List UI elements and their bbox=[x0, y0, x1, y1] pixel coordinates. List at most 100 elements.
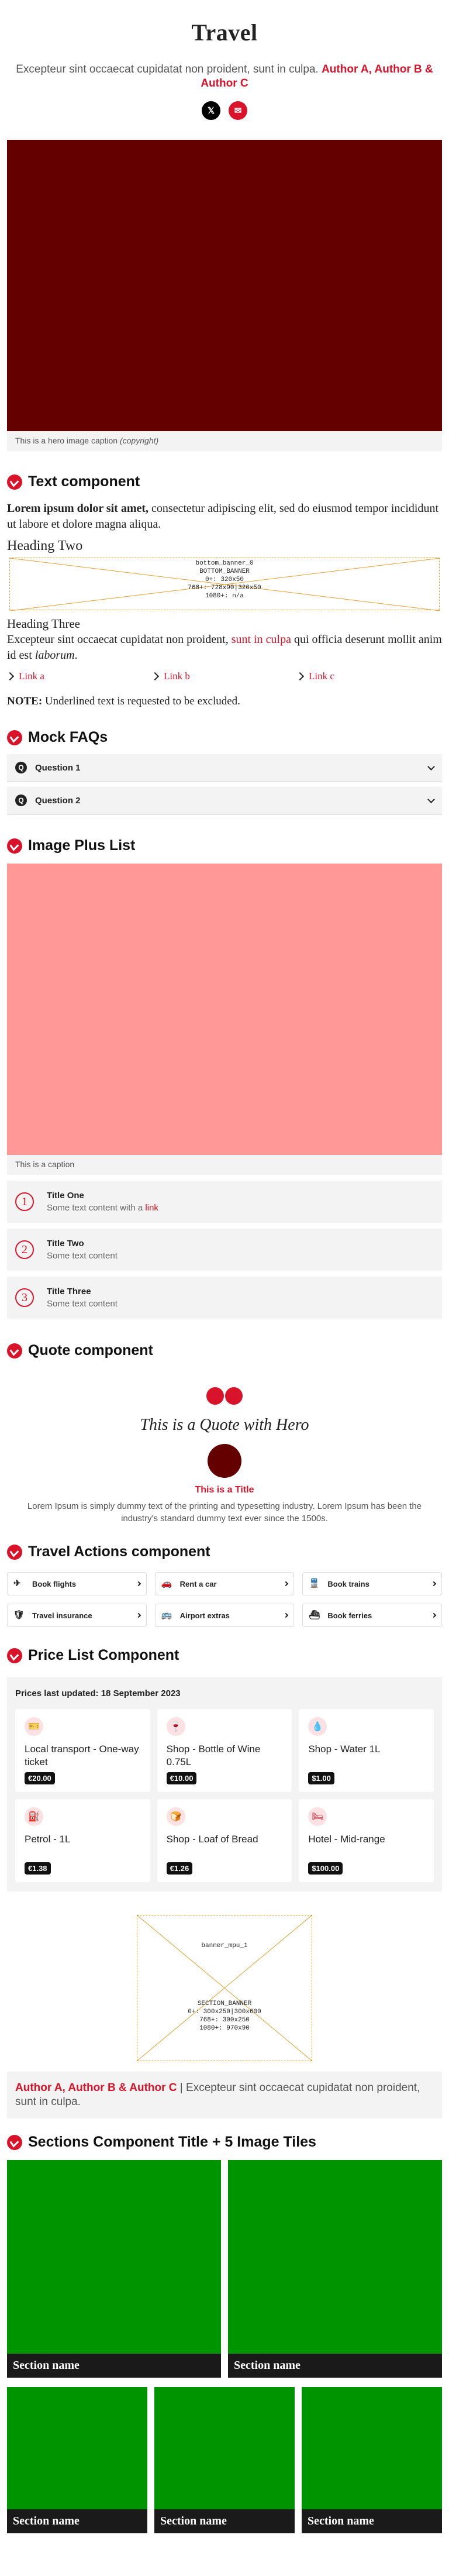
section-heading-faqs: Mock FAQs bbox=[7, 729, 442, 746]
quote-text: This is a Quote with Hero bbox=[140, 1416, 309, 1434]
mpu-label: SECTION_BANNER bbox=[197, 2000, 252, 2007]
page: Travel Excepteur sint occaecat cupidatat… bbox=[0, 0, 449, 2533]
action-book-flights[interactable]: ✈ Book flights bbox=[7, 1572, 147, 1595]
chevron-right-icon bbox=[136, 1612, 141, 1618]
price-card: 🎫 Local transport - One-way ticket €20.00 bbox=[15, 1709, 150, 1792]
share-bar: 𝕏 ✉ bbox=[7, 101, 442, 120]
heading-two: Heading Two bbox=[7, 538, 83, 553]
car-icon: 🚗 bbox=[161, 1578, 172, 1588]
mpu-banner-ad: banner_mpu_1 SECTION_BANNER 0+: 300x250|… bbox=[137, 1915, 312, 2061]
chevron-right-icon bbox=[431, 1612, 437, 1618]
section-tile[interactable]: Section name bbox=[228, 2160, 442, 2378]
question-icon: Q bbox=[15, 795, 27, 806]
x-icon[interactable]: 𝕏 bbox=[202, 101, 220, 120]
lead-paragraph: Lorem ipsum dolor sit amet, consectetur … bbox=[7, 502, 439, 531]
check-badge-icon bbox=[7, 838, 22, 854]
section-heading-prices: Price List Component bbox=[7, 1647, 442, 1664]
inline-link[interactable]: sunt in culpa bbox=[232, 633, 291, 646]
number-badge: 1 bbox=[15, 1192, 34, 1211]
heading-three: Heading Three bbox=[7, 617, 80, 631]
chevron-right-icon bbox=[284, 1581, 289, 1587]
tile-row-2: Section name Section name Section name bbox=[7, 2387, 442, 2533]
mpu-name: banner_mpu_1 bbox=[201, 1942, 248, 1949]
price-value: €10.00 bbox=[166, 1772, 197, 1784]
faq-item[interactable]: Q Question 2 bbox=[7, 787, 442, 815]
mpu-size-3: 1080+: 970x90 bbox=[199, 2025, 250, 2032]
chevron-right-icon bbox=[136, 1581, 141, 1587]
quote-block: This is a Quote with Hero This is a Titl… bbox=[7, 1387, 442, 1525]
section-tile[interactable]: Section name bbox=[7, 2160, 221, 2378]
bed-icon: 🛏 bbox=[308, 1807, 327, 1826]
price-card: 🍷 Shop - Bottle of Wine 0.75L €10.00 bbox=[157, 1709, 292, 1792]
faq-item[interactable]: Q Question 1 bbox=[7, 754, 442, 782]
action-airport-extras[interactable]: 🚌 Airport extras bbox=[154, 1604, 295, 1627]
chevron-right-icon bbox=[284, 1612, 289, 1618]
check-badge-icon bbox=[7, 1544, 22, 1560]
price-card: 🛏 Hotel - Mid-range $100.00 bbox=[299, 1799, 434, 1882]
action-grid: ✈ Book flights 🚗 Rent a car 🚆 Book trains 🛡… bbox=[7, 1572, 442, 1627]
fuel-icon: ⛽ bbox=[25, 1807, 43, 1826]
list-item: 1 Title One Some text content with a link bbox=[7, 1181, 442, 1223]
standfirst: Excepteur sint occaecat cupidatat non pr… bbox=[16, 63, 433, 90]
chevron-down-icon bbox=[427, 762, 435, 771]
action-rent-car[interactable]: 🚗 Rent a car bbox=[154, 1572, 295, 1595]
quote-title: This is a Title bbox=[195, 1485, 254, 1495]
ferry-icon: ⛴ bbox=[309, 1610, 320, 1620]
bread-icon: 🍞 bbox=[166, 1807, 185, 1826]
section-tile[interactable]: Section name bbox=[7, 2387, 147, 2533]
mpu-size-1: 0+: 300x250|300x600 bbox=[188, 2008, 261, 2016]
ticket-icon: 🎫 bbox=[25, 1717, 43, 1736]
price-card: 🍞 Shop - Loaf of Bread €1.26 bbox=[157, 1799, 292, 1882]
author-box-authors[interactable]: Author A, Author B & Author C bbox=[15, 2082, 177, 2094]
chevron-right-icon bbox=[431, 1581, 437, 1587]
section-heading-image-list: Image Plus List bbox=[7, 837, 442, 854]
mail-icon[interactable]: ✉ bbox=[229, 101, 247, 120]
banner-cross-icon bbox=[137, 1915, 312, 2061]
section-tile[interactable]: Section name bbox=[302, 2387, 442, 2533]
banner-name: bottom_banner_0 bbox=[195, 560, 254, 567]
number-badge: 2 bbox=[15, 1240, 34, 1259]
price-value: €20.00 bbox=[25, 1772, 55, 1784]
check-badge-icon bbox=[7, 2134, 22, 2150]
banner-size-1: 0+: 320x50 bbox=[205, 576, 244, 583]
link-b[interactable]: Link b bbox=[152, 670, 297, 682]
chevron-down-icon bbox=[427, 795, 435, 803]
image-caption: This is a caption bbox=[7, 1155, 442, 1175]
price-value: €1.38 bbox=[25, 1862, 51, 1875]
link-c[interactable]: Link c bbox=[297, 670, 442, 682]
check-badge-icon bbox=[7, 474, 22, 490]
link-list: Link a Link b Link c bbox=[7, 670, 442, 682]
action-book-trains[interactable]: 🚆 Book trains bbox=[302, 1572, 442, 1595]
body-paragraph: Excepteur sint occaecat cupidatat non pr… bbox=[7, 633, 442, 662]
price-grid: 🎫 Local transport - One-way ticket €20.00 … bbox=[15, 1709, 434, 1882]
price-list: Prices last updated: 18 September 2023 🎫… bbox=[7, 1677, 442, 1891]
list-item: 2 Title Two Some text content bbox=[7, 1229, 442, 1271]
price-value: $100.00 bbox=[308, 1862, 343, 1875]
question-icon: Q bbox=[15, 762, 27, 773]
page-title: Travel bbox=[191, 19, 258, 46]
section-heading-quote: Quote component bbox=[7, 1342, 442, 1359]
price-value: €1.26 bbox=[166, 1862, 193, 1875]
action-travel-insurance[interactable]: 🛡 Travel insurance bbox=[7, 1604, 147, 1627]
insurance-icon: 🛡 bbox=[13, 1610, 25, 1620]
item-link[interactable]: link bbox=[145, 1203, 158, 1213]
prices-updated: Prices last updated: 18 September 2023 bbox=[15, 1688, 181, 1698]
banner-size-3: 1080+: n/a bbox=[205, 593, 244, 600]
check-badge-icon bbox=[7, 1343, 22, 1358]
note: NOTE: Underlined text is requested to be… bbox=[7, 695, 240, 707]
train-icon: 🚆 bbox=[309, 1578, 320, 1588]
section-tile[interactable]: Section name bbox=[154, 2387, 295, 2533]
bus-icon: 🚌 bbox=[161, 1610, 172, 1620]
action-book-ferries[interactable]: ⛴ Book ferries bbox=[302, 1604, 442, 1627]
bottom-banner-ad: bottom_banner_0 BOTTOM_BANNER 0+: 320x50… bbox=[9, 558, 440, 611]
mpu-size-2: 768+: 300x250 bbox=[199, 2017, 250, 2024]
section-heading-tiles: Sections Component Title + 5 Image Tiles bbox=[7, 2134, 442, 2151]
tile-row-1: Section name Section name bbox=[7, 2160, 442, 2378]
text-component: Lorem ipsum dolor sit amet, consectetur … bbox=[7, 501, 442, 554]
link-a[interactable]: Link a bbox=[7, 670, 152, 682]
price-value: $1.00 bbox=[308, 1772, 334, 1784]
water-icon: 💧 bbox=[308, 1717, 327, 1736]
check-badge-icon bbox=[7, 1648, 22, 1663]
plane-icon: ✈ bbox=[13, 1578, 21, 1588]
number-badge: 3 bbox=[15, 1288, 34, 1307]
